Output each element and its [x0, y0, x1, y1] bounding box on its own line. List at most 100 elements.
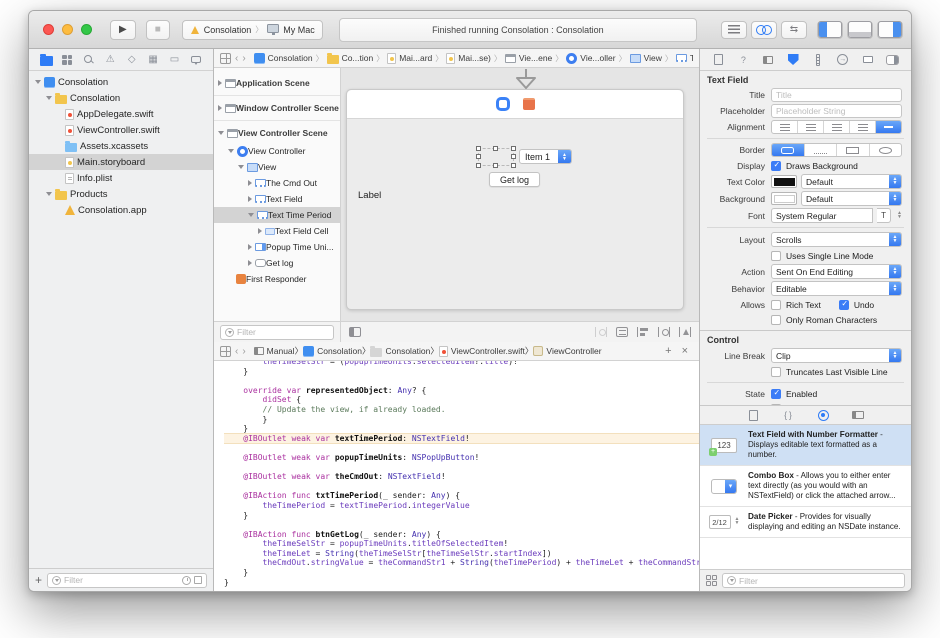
jumpbar-item-2[interactable]: Mai...ard	[387, 53, 432, 64]
stepper-icon[interactable]: ▲▼	[897, 212, 902, 219]
jumpbar-item-3[interactable]: Mai...se)	[446, 53, 491, 64]
font-field[interactable]: System Regular	[771, 208, 873, 223]
outline-row-text-field-cell[interactable]: Text Field Cell	[214, 223, 340, 239]
view-controller-scene[interactable]: Item 1 ▲▼ Get log Label	[346, 89, 684, 310]
file-row-consolation[interactable]: Consolation	[29, 90, 213, 106]
border-segment-2[interactable]	[837, 144, 870, 156]
outline-row-application-scene[interactable]: Application Scene	[214, 73, 340, 93]
disclosure-triangle[interactable]	[46, 192, 52, 196]
disclosure-triangle[interactable]	[258, 228, 262, 234]
disclosure-triangle[interactable]	[248, 213, 254, 217]
outline-row-text-field[interactable]: Text Field	[214, 191, 340, 207]
disclosure-triangle[interactable]	[248, 180, 252, 186]
toggle-debug-area-button[interactable]	[847, 21, 873, 39]
checkbox[interactable]	[771, 389, 781, 399]
first-responder-icon[interactable]	[523, 98, 535, 110]
checkbox[interactable]	[839, 300, 849, 310]
jumpbar-item-7[interactable]: Text Time Period	[676, 53, 693, 63]
library-filter-field[interactable]: Filter	[722, 573, 905, 588]
file-row-info-plist[interactable]: Info.plist	[29, 170, 213, 186]
alignment-segment-1[interactable]	[798, 121, 824, 133]
alignment-segment-2[interactable]	[824, 121, 850, 133]
library-item-combo-box[interactable]: Combo Box - Allows you to either enter t…	[700, 466, 911, 507]
file-template-library-tab[interactable]	[747, 409, 760, 422]
outline-row-view-controller[interactable]: View Controller	[214, 143, 340, 159]
breakpoint-navigator-tab[interactable]: ▭	[168, 53, 182, 67]
view-controller-icon[interactable]	[496, 97, 510, 111]
library-view-toggle-icon[interactable]	[706, 575, 717, 586]
outline-row-get-log[interactable]: Get log	[214, 255, 340, 271]
resize-handle[interactable]	[493, 146, 498, 151]
resize-handle[interactable]	[511, 154, 516, 159]
issue-navigator-tab[interactable]: ⚠	[103, 53, 117, 67]
checkbox[interactable]	[771, 315, 781, 325]
jumpbar-item-5[interactable]: Vie...oller	[566, 53, 615, 64]
jumpbar-item-3[interactable]: ViewController.swift	[439, 346, 525, 357]
scm-status-icon[interactable]	[194, 576, 202, 584]
font-panel-button[interactable]: T	[877, 208, 891, 223]
popup-button-item1[interactable]: Item 1 ▲▼	[519, 149, 572, 164]
minimize-window-button[interactable]	[62, 24, 73, 35]
assistant-editor-button[interactable]	[751, 21, 777, 39]
connections-inspector-tab[interactable]: →	[836, 53, 849, 66]
disclosure-triangle[interactable]	[248, 244, 252, 250]
file-row-consolation-app[interactable]: Consolation.app	[29, 202, 213, 218]
zoom-window-button[interactable]	[81, 24, 92, 35]
object-library-tab[interactable]	[817, 409, 830, 422]
outline-filter-field[interactable]: Filter	[220, 325, 334, 340]
scheme-selector[interactable]: Consolation 〉 My Mac	[182, 20, 323, 40]
run-button[interactable]: ▶	[110, 20, 136, 40]
media-library-tab[interactable]	[852, 409, 865, 422]
file-row-main-storyboard[interactable]: Main.storyboard	[29, 154, 213, 170]
test-navigator-tab[interactable]: ◇	[125, 53, 139, 67]
resize-handle[interactable]	[476, 163, 481, 168]
view-effects-inspector-tab[interactable]	[886, 53, 899, 66]
alignment-segment-3[interactable]	[850, 121, 876, 133]
size-inspector-tab[interactable]	[811, 53, 824, 66]
disclosure-triangle[interactable]	[228, 149, 234, 153]
embed-in-stack-icon[interactable]	[616, 327, 628, 337]
add-file-button[interactable]: +	[35, 574, 42, 586]
popup-button[interactable]: Sent On End Editing▲▼	[771, 264, 902, 279]
disclosure-triangle[interactable]	[218, 105, 222, 111]
border-segment-0[interactable]	[772, 144, 805, 156]
text-input[interactable]: Title	[771, 88, 902, 102]
project-navigator-tab[interactable]	[39, 53, 53, 67]
jumpbar-item-0[interactable]: Manual	[254, 346, 295, 356]
standard-editor-button[interactable]	[721, 21, 747, 39]
file-inspector-tab[interactable]	[712, 53, 725, 66]
view-controller-view[interactable]: Item 1 ▲▼ Get log Label	[347, 119, 683, 309]
debug-navigator-tab[interactable]: ▦	[146, 53, 160, 67]
toggle-navigator-button[interactable]	[817, 21, 843, 39]
report-navigator-tab[interactable]	[189, 53, 203, 67]
version-editor-button[interactable]: ⇆	[781, 21, 807, 39]
checkbox[interactable]	[771, 251, 781, 261]
code-snippet-library-tab[interactable]: { }	[782, 409, 795, 422]
stop-button[interactable]: ■	[146, 20, 170, 40]
pin-constraints-icon[interactable]	[658, 327, 670, 337]
storyboard-canvas[interactable]: Item 1 ▲▼ Get log Label	[341, 68, 699, 321]
alignment-segment-0[interactable]	[772, 121, 798, 133]
checkbox[interactable]	[771, 367, 781, 377]
outline-row-view[interactable]: View	[214, 159, 340, 175]
color-well[interactable]	[771, 175, 797, 188]
border-segment-1[interactable]	[805, 144, 838, 156]
outline-row-text-time-period[interactable]: Text Time Period	[214, 207, 340, 223]
symbol-navigator-tab[interactable]	[60, 53, 74, 67]
outline-row-view-controller-scene[interactable]: View Controller Scene	[214, 123, 340, 143]
file-row-consolation[interactable]: Consolation	[29, 74, 213, 90]
file-row-viewcontroller-swift[interactable]: ViewController.swift	[29, 122, 213, 138]
library-item-text-field-with-number-formatter[interactable]: 123Text Field with Number Formatter - Di…	[700, 425, 911, 466]
popup-button[interactable]: Editable▲▼	[771, 281, 902, 296]
resize-handle[interactable]	[476, 146, 481, 151]
disclosure-triangle[interactable]	[218, 131, 224, 135]
align-icon[interactable]	[637, 327, 649, 337]
checkbox[interactable]	[771, 300, 781, 310]
bindings-inspector-tab[interactable]	[861, 53, 874, 66]
jumpbar-item-6[interactable]: View	[630, 53, 662, 63]
resize-handle[interactable]	[511, 146, 516, 151]
alignment-segmented-control[interactable]	[771, 120, 902, 134]
quick-help-tab[interactable]: ?	[737, 53, 750, 66]
recent-files-icon[interactable]	[182, 576, 191, 585]
attributes-inspector-tab[interactable]	[787, 53, 800, 66]
